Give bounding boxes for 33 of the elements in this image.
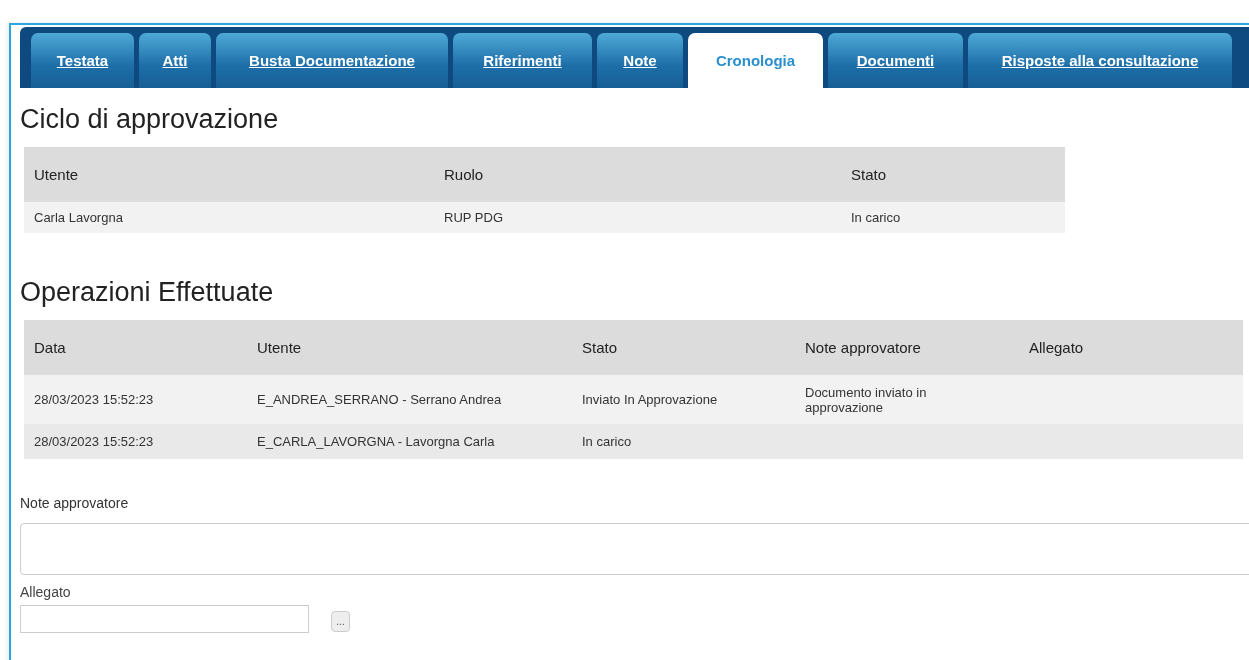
column-header: Utente — [247, 320, 572, 375]
column-header: Utente — [24, 147, 434, 202]
tab[interactable]: Atti — [139, 33, 211, 88]
tab[interactable]: Cronologia — [688, 33, 823, 88]
notes-field[interactable] — [20, 523, 1249, 575]
table-cell: In carico — [851, 210, 901, 225]
table-cell: Carla Lavorgna — [34, 210, 123, 225]
table-cell: In carico — [582, 434, 632, 449]
section-title: Operazioni Effettuate — [20, 277, 275, 308]
attachment-field[interactable] — [20, 605, 309, 633]
column-header: Data — [24, 320, 247, 375]
table-cell-text: Documento inviato in approvazione — [805, 384, 928, 415]
column-header: Ruolo — [434, 147, 841, 202]
table-cell: RUP PDG — [444, 210, 503, 225]
column-header: Stato — [841, 147, 1065, 202]
tab[interactable]: Riferimenti — [453, 33, 592, 88]
table-cell: Inviato In Approvazione — [582, 392, 718, 407]
column-header: Allegato — [1019, 320, 1243, 375]
field-label: Note approvatore — [20, 495, 130, 511]
table-cell: E_ANDREA_SERRANO - Serrano Andrea — [257, 392, 502, 407]
table-cell: E_CARLA_LAVORGNA - Lavorgna Carla — [257, 434, 495, 449]
column-header: Stato — [572, 320, 795, 375]
browse-button[interactable]: ... — [331, 610, 350, 632]
column-header: Note approvatore — [795, 320, 1019, 375]
field-label: Allegato — [20, 584, 72, 600]
tab[interactable]: Testata — [31, 33, 134, 88]
tab[interactable]: Note — [597, 33, 683, 88]
tab[interactable]: Risposte alla consultazione — [968, 33, 1232, 88]
table-cell: 28/03/2023 15:52:23 — [34, 392, 154, 407]
tab[interactable]: Busta Documentazione — [216, 33, 448, 88]
tab[interactable]: Documenti — [828, 33, 963, 88]
section-title: Ciclo di approvazione — [20, 104, 280, 135]
table-cell: 28/03/2023 15:52:23 — [34, 434, 154, 449]
